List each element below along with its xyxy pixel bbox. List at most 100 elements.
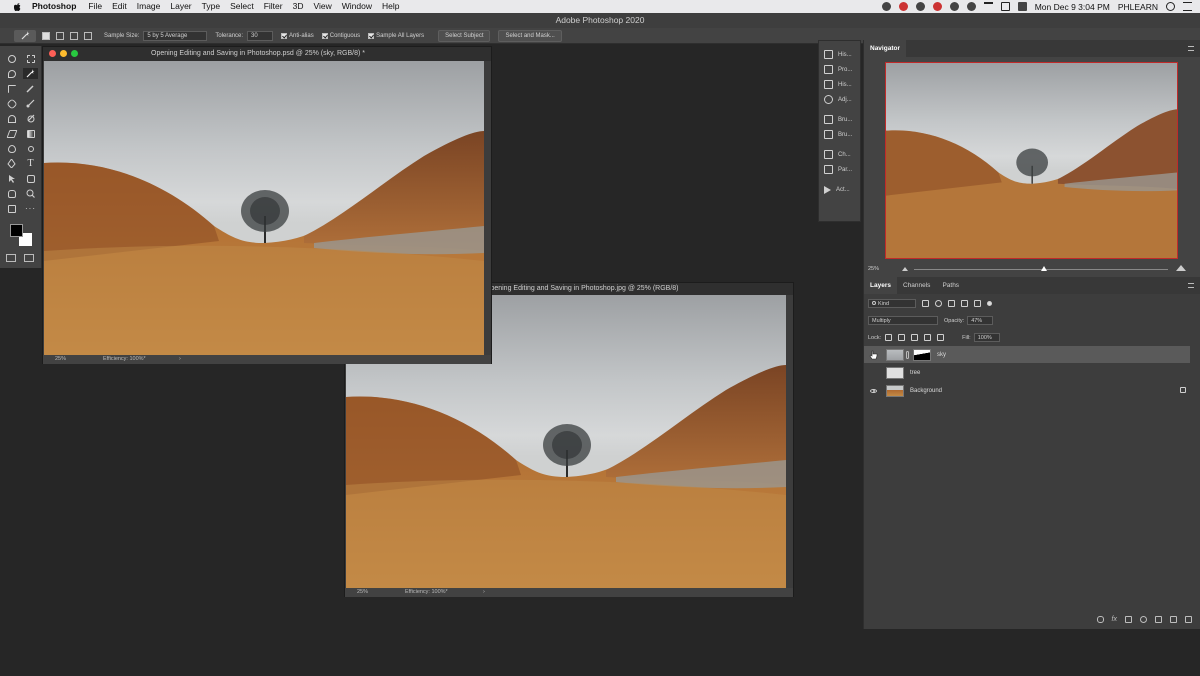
close-window-icon[interactable]: [49, 50, 56, 57]
menu-layer[interactable]: Layer: [170, 0, 191, 13]
layer-thumbnail[interactable]: [886, 348, 904, 361]
status-app-icon[interactable]: [915, 2, 925, 11]
brush-tool-icon[interactable]: [23, 98, 38, 109]
menu-type[interactable]: Type: [202, 0, 220, 13]
opacity-input[interactable]: 47%: [967, 316, 994, 325]
dodge-tool-icon[interactable]: [23, 143, 38, 154]
clock[interactable]: Mon Dec 9 3:04 PM: [1035, 2, 1110, 12]
menu-select[interactable]: Select: [230, 0, 254, 13]
filter-adjustment-icon[interactable]: [935, 300, 942, 307]
panel-menu-icon[interactable]: [1188, 283, 1194, 288]
status-menu-arrow-icon[interactable]: ›: [179, 355, 181, 364]
frame-tool-icon[interactable]: [4, 203, 19, 214]
menu-file[interactable]: File: [88, 0, 102, 13]
maximize-window-icon[interactable]: [71, 50, 78, 57]
zoom-tool-icon[interactable]: [23, 188, 38, 199]
menu-edit[interactable]: Edit: [112, 0, 127, 13]
zoom-in-icon[interactable]: [1176, 265, 1186, 271]
hand-tool-icon[interactable]: [4, 188, 19, 199]
marquee-tool-icon[interactable]: [23, 53, 38, 64]
document-window-psd[interactable]: Opening Editing and Saving in Photoshop.…: [42, 46, 492, 364]
gradient-tool-icon[interactable]: [23, 128, 38, 139]
visibility-toggle[interactable]: [866, 346, 880, 363]
status-app-icon[interactable]: [949, 2, 959, 11]
menu-help[interactable]: Help: [382, 0, 399, 13]
status-menu-arrow-icon[interactable]: ›: [483, 588, 485, 597]
layer-name[interactable]: sky: [937, 352, 946, 358]
checkbox-icon[interactable]: [321, 32, 328, 39]
select-and-mask-button[interactable]: Select and Mask...: [498, 29, 562, 42]
zoom-out-icon[interactable]: [902, 267, 908, 271]
menu-list-icon[interactable]: [1183, 2, 1192, 11]
history-panel-button[interactable]: His...: [819, 47, 860, 62]
contiguous-checkbox[interactable]: Contiguous: [321, 32, 360, 39]
fill-input[interactable]: 100%: [973, 333, 1000, 342]
lock-position-icon[interactable]: [911, 334, 919, 341]
tab-layers[interactable]: Layers: [864, 277, 897, 294]
zoom-level[interactable]: 25%: [357, 588, 368, 597]
new-group-icon[interactable]: [1155, 616, 1162, 623]
subtract-from-selection-icon[interactable]: [70, 31, 78, 40]
layer-row-sky[interactable]: sky: [864, 346, 1190, 363]
menu-window[interactable]: Window: [342, 0, 372, 13]
filter-pixel-icon[interactable]: [922, 300, 929, 307]
apple-logo-icon[interactable]: [12, 2, 22, 12]
blur-tool-icon[interactable]: [4, 143, 19, 154]
foreground-color-swatch[interactable]: [10, 224, 23, 237]
magic-wand-tool-icon[interactable]: [23, 68, 38, 79]
lock-all-icon[interactable]: [937, 334, 945, 341]
paragraph-panel-button[interactable]: Par...: [819, 162, 860, 177]
status-app-icon[interactable]: [932, 2, 942, 11]
blend-mode-select[interactable]: Multiply: [868, 316, 938, 325]
lock-transparent-icon[interactable]: [885, 334, 893, 341]
chain-link-icon[interactable]: [906, 350, 909, 359]
layer-filter-select[interactable]: Kind: [868, 299, 916, 308]
tolerance-input[interactable]: 30: [247, 30, 274, 41]
new-adjustment-layer-icon[interactable]: [1140, 616, 1147, 623]
brush-settings-panel-button[interactable]: Bru...: [819, 127, 860, 142]
visibility-toggle[interactable]: [866, 382, 880, 399]
tab-paths[interactable]: Paths: [936, 277, 965, 294]
properties-panel-button[interactable]: Pro...: [819, 62, 860, 77]
magic-wand-tool-preset-icon[interactable]: [14, 29, 36, 42]
character-panel-button[interactable]: Ch...: [819, 147, 860, 162]
lock-image-icon[interactable]: [898, 334, 906, 341]
panel-menu-icon[interactable]: [1188, 46, 1194, 51]
slider-thumb[interactable]: [1041, 266, 1047, 271]
move-tool-icon[interactable]: [4, 53, 19, 64]
more-tools-icon[interactable]: ···: [23, 203, 38, 214]
search-icon[interactable]: [1166, 2, 1175, 11]
delete-layer-icon[interactable]: [1185, 616, 1192, 623]
airplay-icon[interactable]: [1000, 2, 1010, 11]
layer-mask-thumbnail[interactable]: [913, 348, 931, 361]
menu-filter[interactable]: Filter: [264, 0, 283, 13]
layer-row-tree[interactable]: tree: [864, 364, 1190, 381]
anti-alias-checkbox[interactable]: Anti-alias: [281, 32, 314, 39]
lasso-tool-icon[interactable]: [4, 68, 19, 79]
checkbox-icon[interactable]: [281, 32, 288, 39]
wifi-icon[interactable]: [983, 2, 993, 11]
clone-stamp-tool-icon[interactable]: [4, 113, 19, 124]
navigator-preview[interactable]: [885, 62, 1178, 259]
select-subject-button[interactable]: Select Subject: [438, 29, 491, 42]
shape-tool-icon[interactable]: [23, 173, 38, 184]
link-layers-icon[interactable]: [1096, 616, 1104, 623]
screen-mode-icon[interactable]: [24, 254, 34, 262]
navigator-zoom-slider[interactable]: [914, 266, 1168, 271]
tab-channels[interactable]: Channels: [897, 277, 936, 294]
eyedropper-tool-icon[interactable]: [23, 83, 38, 94]
zoom-level[interactable]: 25%: [55, 355, 66, 364]
fx-icon[interactable]: fx: [1112, 616, 1117, 623]
new-layer-icon[interactable]: [1170, 616, 1177, 623]
filter-type-icon[interactable]: [948, 300, 955, 307]
path-selection-tool-icon[interactable]: [4, 173, 19, 184]
pen-tool-icon[interactable]: [4, 158, 19, 169]
visibility-toggle[interactable]: [866, 364, 880, 381]
document-canvas[interactable]: [44, 61, 484, 355]
quick-mask-icon[interactable]: [6, 254, 16, 262]
actions-panel-button[interactable]: Act...: [819, 182, 860, 197]
menu-view[interactable]: View: [313, 0, 331, 13]
user-name[interactable]: PHLEARN: [1118, 2, 1158, 12]
healing-brush-tool-icon[interactable]: [4, 97, 19, 110]
status-app-icon[interactable]: [898, 2, 908, 11]
